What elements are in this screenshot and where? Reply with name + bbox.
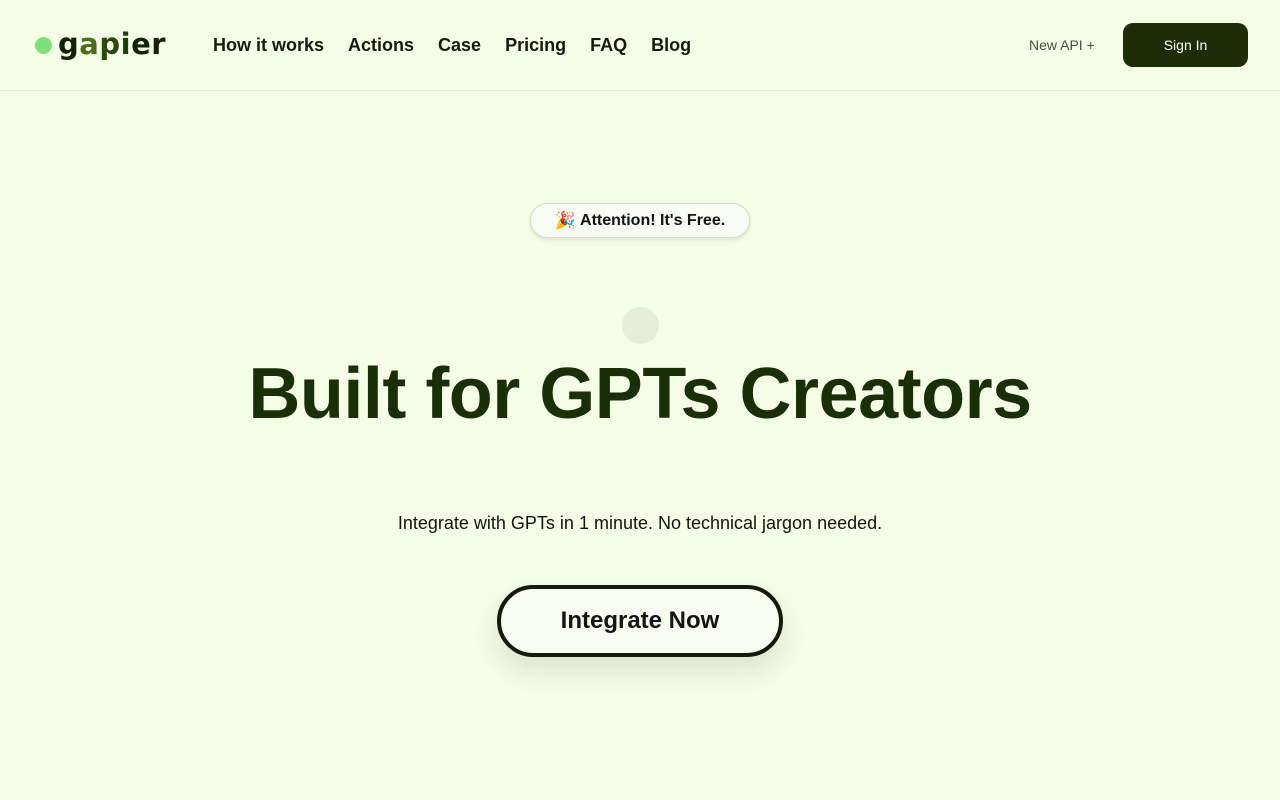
site-header: gapier How it works Actions Case Pricing… — [0, 0, 1280, 91]
decorative-circle — [622, 307, 659, 344]
nav-blog[interactable]: Blog — [651, 33, 691, 57]
integrate-now-button[interactable]: Integrate Now — [497, 585, 783, 657]
nav-how-it-works[interactable]: How it works — [213, 33, 324, 57]
free-badge: 🎉 Attention! It's Free. — [530, 203, 750, 238]
hero-title: Built for GPTs Creators — [248, 354, 1032, 434]
nav-faq[interactable]: FAQ — [590, 33, 627, 57]
party-popper-icon: 🎉 — [554, 210, 577, 230]
nav-pricing[interactable]: Pricing — [505, 33, 566, 57]
hero-subtitle: Integrate with GPTs in 1 minute. No tech… — [397, 513, 883, 533]
logo-dot-icon — [35, 36, 52, 54]
nav-case[interactable]: Case — [438, 33, 481, 57]
badge-text: Attention! It's Free. — [580, 211, 726, 229]
sign-in-button[interactable]: Sign In — [1123, 23, 1248, 67]
gapier-logo[interactable]: gapier — [35, 26, 166, 62]
nav-actions[interactable]: Actions — [348, 33, 414, 57]
logo-wordmark: gapier — [58, 26, 167, 61]
new-api-link[interactable]: New API + — [1029, 35, 1095, 55]
main-nav: How it works Actions Case Pricing FAQ Bl… — [213, 33, 691, 57]
